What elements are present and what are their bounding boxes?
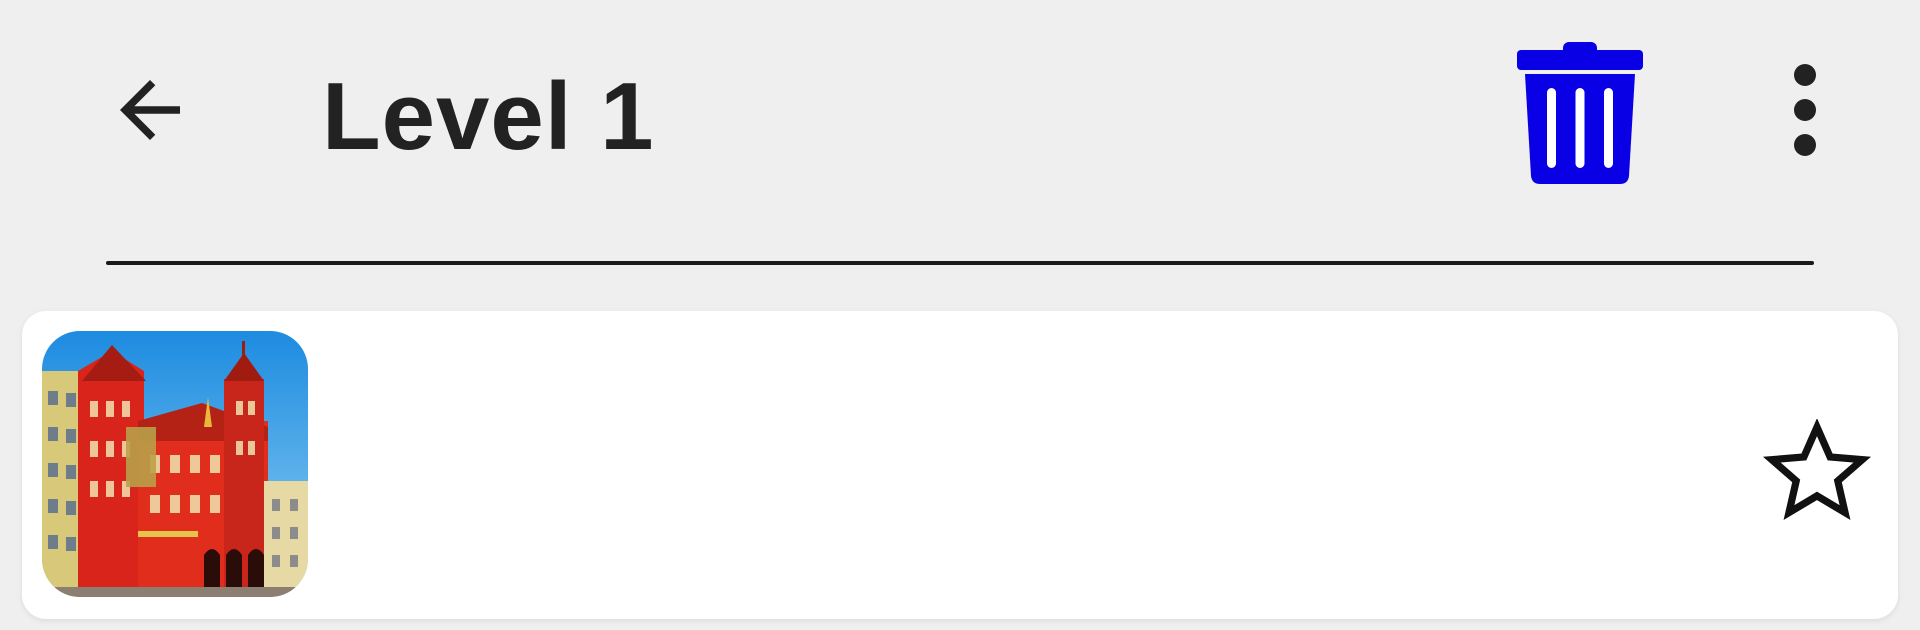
favorite-button[interactable]: [1757, 411, 1877, 531]
list-item[interactable]: [22, 311, 1898, 619]
back-button[interactable]: [100, 60, 200, 160]
trash-icon: [1516, 42, 1643, 184]
delete-button[interactable]: [1512, 38, 1647, 188]
star-outline-icon: [1762, 419, 1872, 521]
page-title: Level 1: [322, 63, 655, 170]
item-thumbnail: [42, 331, 308, 597]
header-divider: [106, 261, 1814, 265]
more-options-button[interactable]: [1770, 60, 1840, 160]
more-vert-icon: [1794, 64, 1816, 156]
red-town-hall-image: [42, 331, 308, 597]
app-bar: Level 1: [0, 0, 1920, 225]
arrow-left-icon: [120, 80, 180, 140]
screen: Level 1: [0, 0, 1920, 630]
